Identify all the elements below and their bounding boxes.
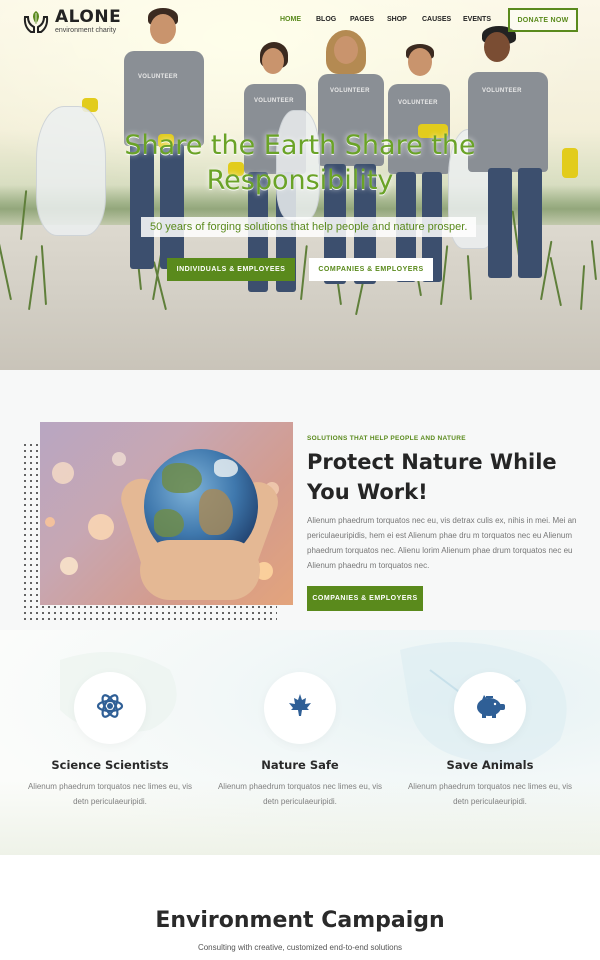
about-body: Alienum phaedrum torquatos nec eu, vis d… — [307, 516, 577, 570]
about-kicker: SOLUTIONS THAT HELP PEOPLE AND NATURE — [307, 435, 466, 442]
maple-leaf-icon — [286, 692, 314, 725]
feature-icon-circle — [454, 672, 526, 744]
donate-now-button[interactable]: DONATE NOW — [508, 8, 578, 32]
feature-title: Nature Safe — [261, 758, 339, 772]
hero-section: VOLUNTEER VOLUNTEER VOLUNTEER VOLUNTEER — [0, 0, 600, 370]
hero-title: Share the Earth Share the Responsibility — [124, 130, 476, 196]
logo-tagline: environment charity — [55, 26, 117, 34]
campaign-subtitle: Consulting with creative, customized end… — [197, 943, 403, 952]
piggy-bank-icon — [473, 692, 507, 725]
nav-home[interactable]: HOME — [280, 16, 301, 23]
feature-body: Alienum phaedrum torquatos nec limes eu,… — [27, 782, 193, 806]
nav-events[interactable]: EVENTS — [463, 16, 491, 23]
companies-employers-button[interactable]: COMPANIES & EMPLOYERS — [309, 258, 433, 281]
campaign-title: Environment Campaign — [155, 908, 445, 933]
about-title: Protect Nature While You Work! — [307, 450, 557, 504]
nav-blog[interactable]: BLOG — [316, 16, 336, 23]
hands-leaf-logo-icon — [22, 7, 50, 35]
feature-title: Save Animals — [446, 758, 534, 772]
site-logo[interactable]: ALONE environment charity — [22, 7, 121, 35]
nav-causes[interactable]: CAUSES — [422, 16, 451, 23]
feature-body: Alienum phaedrum torquatos nec limes eu,… — [217, 782, 383, 806]
feature-icon-circle — [264, 672, 336, 744]
nav-shop[interactable]: SHOP — [387, 16, 407, 23]
feature-title: Science Scientists — [51, 758, 169, 772]
logo-title: ALONE — [55, 6, 122, 27]
atom-icon — [96, 692, 124, 725]
feature-card: Save Animals Alienum phaedrum torquatos … — [395, 672, 585, 809]
about-companies-employers-button[interactable]: COMPANIES & EMPLOYERS — [307, 586, 423, 611]
individuals-employees-button[interactable]: INDIVIDUALS & EMPLOYEES — [167, 258, 295, 281]
feature-card: Science Scientists Alienum phaedrum torq… — [15, 672, 205, 809]
feature-body: Alienum phaedrum torquatos nec limes eu,… — [407, 782, 573, 806]
feature-card: Nature Safe Alienum phaedrum torquatos n… — [205, 672, 395, 809]
hero-subtitle: 50 years of forging solutions that help … — [141, 217, 477, 237]
globe-in-hands-image — [40, 422, 293, 605]
nav-pages[interactable]: PAGES — [350, 16, 374, 23]
feature-icon-circle — [74, 672, 146, 744]
